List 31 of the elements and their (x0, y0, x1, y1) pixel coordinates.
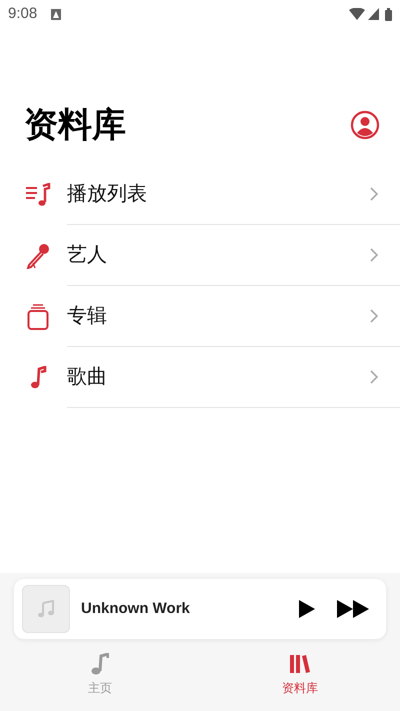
music-note-icon (37, 600, 55, 618)
battery-icon (385, 8, 392, 20)
chevron-right-icon (370, 309, 378, 323)
chevron-right-icon (370, 187, 378, 201)
chevron-right-icon (370, 370, 378, 384)
status-time: 9:08 (8, 4, 38, 24)
playlist-icon (24, 182, 50, 206)
item-label: 播放列表 (67, 182, 148, 207)
item-label: 歌曲 (67, 365, 108, 390)
notification-icon (51, 8, 62, 20)
signal-icon (368, 8, 379, 20)
library-item[interactable]: 播放列表 (0, 164, 400, 225)
chevron-right-icon (370, 248, 378, 262)
page-title: 资料库 (24, 104, 126, 146)
library-item[interactable]: 歌曲 (0, 347, 400, 408)
play-icon[interactable] (298, 599, 316, 619)
tab[interactable]: 资料库 (200, 639, 400, 711)
album-stack-icon (26, 304, 48, 330)
music-note-icon (91, 653, 109, 675)
music-note-icon (28, 366, 46, 390)
profile-icon[interactable] (350, 110, 380, 140)
library-item[interactable]: 专辑 (0, 286, 400, 347)
mini-player[interactable]: Unknown Work (14, 579, 386, 639)
item-label: 专辑 (67, 304, 108, 329)
library-item[interactable]: 艺人 (0, 225, 400, 286)
microphone-icon (26, 242, 50, 268)
library-icon (289, 653, 311, 675)
fast-forward-icon[interactable] (336, 599, 370, 619)
item-label: 艺人 (67, 243, 108, 268)
wifi-icon (349, 8, 365, 20)
track-title: Unknown Work (81, 598, 191, 619)
